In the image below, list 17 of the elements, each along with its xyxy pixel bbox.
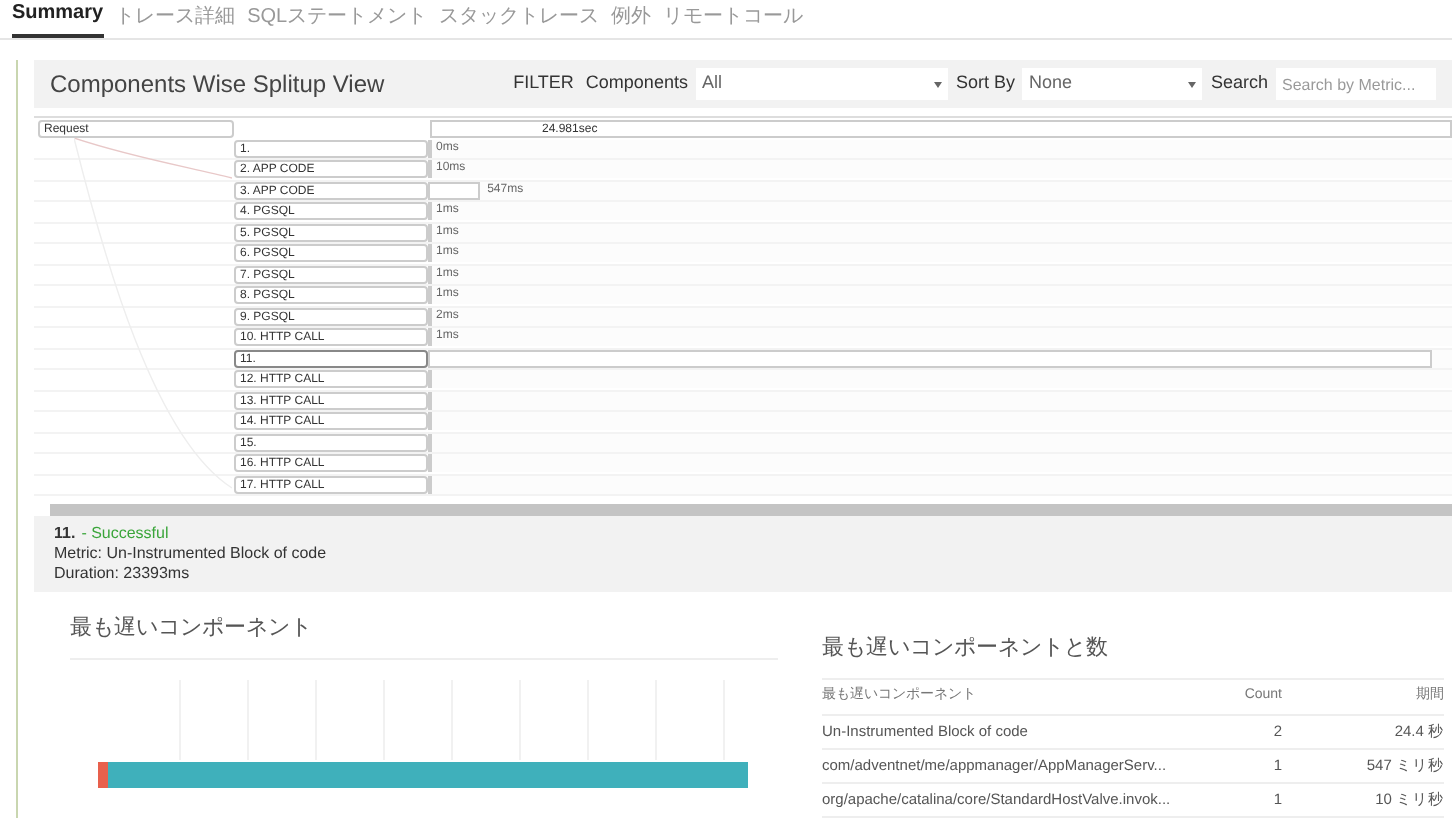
- sort-label: Sort By: [955, 70, 1015, 97]
- components-label: Components: [585, 70, 688, 97]
- search-label: Search: [1210, 70, 1268, 97]
- caret-icon: [1188, 81, 1197, 87]
- search-field[interactable]: Search by Metric...: [1276, 68, 1436, 100]
- view-title: Components Wise Splitup View: [50, 68, 385, 102]
- components-dropdown[interactable]: All: [695, 68, 948, 100]
- tab[interactable]: Summary: [12, 0, 104, 38]
- sort-dropdown[interactable]: None: [1022, 68, 1203, 100]
- filter-label: FILTER: [513, 70, 574, 97]
- caret-icon: [933, 81, 942, 87]
- duration-text: Duration: 23393ms: [54, 564, 192, 584]
- status-text: - Successful: [81, 524, 169, 544]
- detail-index: 11.: [54, 524, 76, 544]
- table-title: 最も遅いコンポーネントと数: [822, 632, 1444, 679]
- chart-title: 最も遅いコンポーネント: [70, 612, 778, 659]
- metric-text: Metric: Un-Instrumented Block of code: [54, 544, 329, 564]
